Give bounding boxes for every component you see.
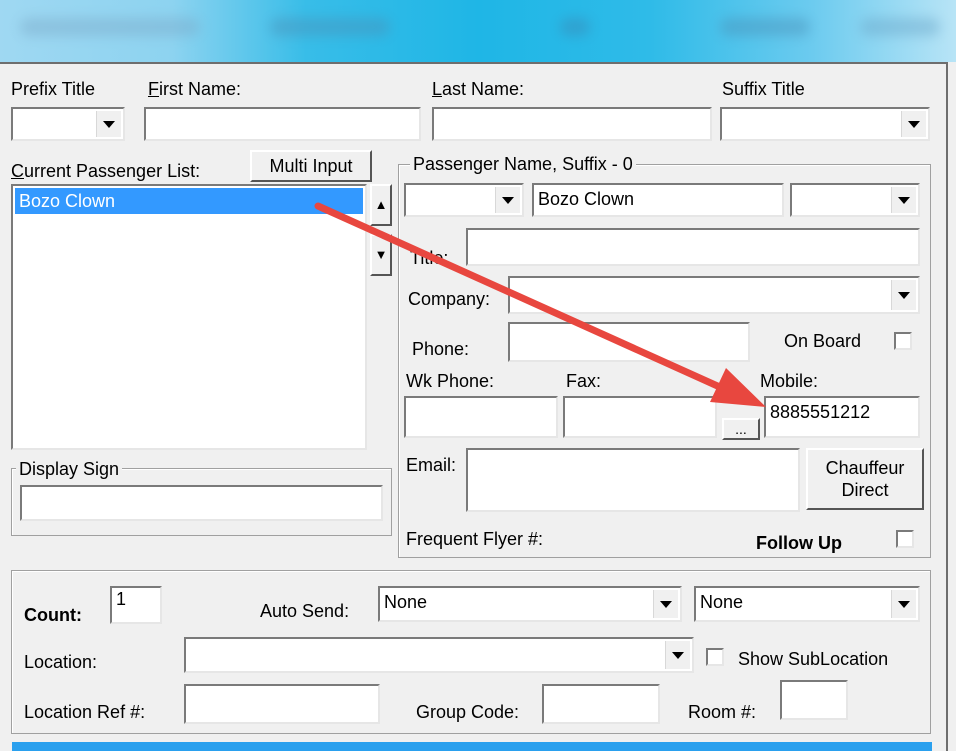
- arrow-annotation-icon: [314, 202, 766, 407]
